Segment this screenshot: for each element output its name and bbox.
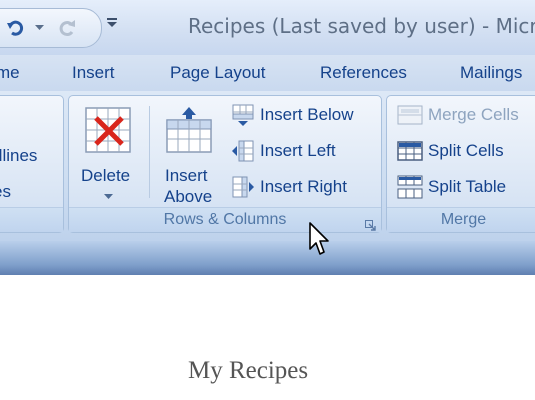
insert-left-label: Insert Left bbox=[260, 141, 336, 160]
group-label-table bbox=[0, 207, 63, 232]
split-cells-label: Split Cells bbox=[428, 141, 504, 160]
ribbon: dlines es Delete bbox=[0, 91, 535, 241]
divider bbox=[149, 106, 150, 198]
split-table-label: Split Table bbox=[428, 177, 507, 196]
group-label-rows-columns: Rows & Columns bbox=[69, 207, 381, 232]
insert-column-right-icon bbox=[232, 176, 254, 198]
split-table-button[interactable]: Split Table bbox=[397, 172, 506, 202]
undo-dropdown-icon[interactable] bbox=[33, 16, 45, 40]
group-table-partial: dlines es bbox=[0, 95, 64, 233]
undo-icon[interactable] bbox=[5, 16, 27, 40]
ribbon-tabs: me Insert Page Layout References Mailing… bbox=[0, 55, 535, 91]
tab-references[interactable]: References bbox=[320, 63, 407, 83]
tab-mailings[interactable]: Mailings bbox=[460, 63, 522, 83]
view-gridlines-button[interactable]: dlines bbox=[0, 146, 37, 166]
tab-page-layout[interactable]: Page Layout bbox=[170, 63, 265, 83]
redo-icon[interactable] bbox=[55, 16, 77, 40]
delete-table-icon bbox=[85, 107, 131, 153]
insert-row-below-icon bbox=[232, 104, 254, 126]
group-merge: Merge Cells Split Cells Split Table Merg… bbox=[386, 95, 535, 233]
insert-above-label-line1: Insert bbox=[165, 166, 208, 185]
merge-cells-button[interactable]: Merge Cells bbox=[397, 100, 519, 130]
properties-button[interactable]: es bbox=[0, 182, 11, 202]
tab-insert[interactable]: Insert bbox=[72, 63, 115, 83]
insert-left-button[interactable]: Insert Left bbox=[231, 136, 336, 166]
merge-cells-icon bbox=[397, 105, 423, 125]
mouse-pointer-icon bbox=[309, 222, 329, 255]
delete-button[interactable]: Delete bbox=[75, 102, 141, 202]
chevron-down-icon bbox=[104, 194, 113, 199]
merge-cells-label: Merge Cells bbox=[428, 105, 519, 124]
insert-row-above-icon bbox=[166, 107, 212, 153]
delete-label: Delete bbox=[81, 166, 131, 185]
window-title: Recipes (Last saved by user) - Micro bbox=[188, 14, 535, 38]
quick-access-toolbar bbox=[0, 8, 102, 48]
split-table-icon bbox=[397, 175, 423, 199]
insert-right-button[interactable]: Insert Right bbox=[231, 172, 347, 202]
insert-above-button[interactable]: Insert Above bbox=[157, 102, 221, 206]
customize-quick-access-icon[interactable] bbox=[106, 14, 122, 38]
document-page[interactable]: My Recipes bbox=[0, 275, 535, 400]
split-cells-icon bbox=[397, 141, 423, 161]
document-title[interactable]: My Recipes bbox=[188, 357, 308, 385]
group-rows-columns: Delete Insert Above Insert Below Insert … bbox=[68, 95, 382, 233]
insert-above-label-line2: Above bbox=[164, 187, 213, 206]
dialog-launcher-icon[interactable] bbox=[365, 216, 376, 231]
ribbon-bottom-edge bbox=[0, 241, 535, 275]
insert-column-left-icon bbox=[232, 140, 254, 162]
group-label-merge: Merge bbox=[387, 207, 535, 232]
insert-right-label: Insert Right bbox=[260, 177, 347, 196]
split-cells-button[interactable]: Split Cells bbox=[397, 136, 504, 166]
insert-below-label: Insert Below bbox=[260, 105, 354, 124]
title-bar: Recipes (Last saved by user) - Micro bbox=[0, 0, 535, 56]
tab-home[interactable]: me bbox=[0, 63, 20, 83]
insert-below-button[interactable]: Insert Below bbox=[231, 100, 354, 130]
